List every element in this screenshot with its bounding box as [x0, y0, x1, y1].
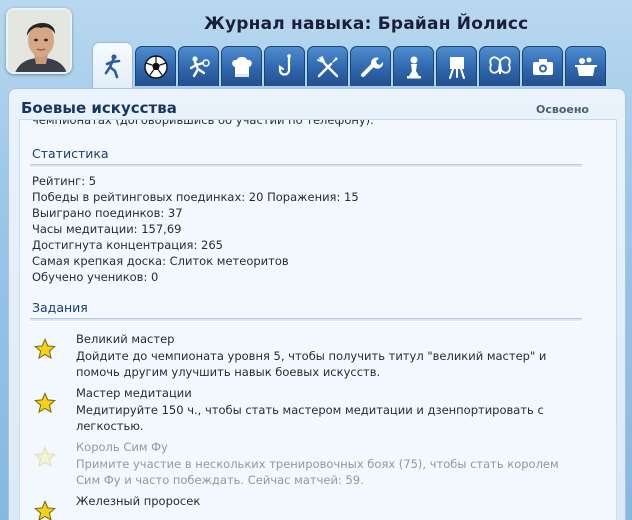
star-incomplete-icon [34, 446, 56, 468]
cooking-pot-icon [574, 57, 597, 76]
chef-hat-icon [231, 56, 252, 77]
butterfly-icon [488, 55, 511, 74]
tab-fishing[interactable] [264, 46, 305, 86]
stat-meditation-hours: Часы медитации: 157,69 [32, 222, 182, 236]
tab-athletic-soccer[interactable] [135, 46, 176, 86]
task-description: Дойдите до чемпионата уровня 5, чтобы по… [76, 349, 547, 379]
tab-collecting[interactable] [479, 46, 520, 86]
star-completed-icon [34, 338, 56, 360]
gardening-tools-icon [316, 55, 338, 77]
skill-status: Освоено [535, 103, 589, 116]
skill-journal-panel: Боевые искусства Освоено чемпионатах (до… [8, 88, 626, 520]
chess-pawn-icon [406, 56, 421, 78]
soccer-ball-icon [143, 54, 168, 79]
stat-fights-won: Выиграно поединков: 37 [32, 206, 183, 220]
tab-martial-arts[interactable] [92, 42, 133, 88]
tasks-heading: Задания [32, 300, 88, 315]
tasks-divider [30, 318, 582, 322]
skill-details-scroll[interactable]: чемпионатах (договорившись об участии по… [19, 119, 617, 520]
tab-alchemy[interactable] [565, 46, 606, 86]
stat-students-trained: Обучено учеников: 0 [32, 270, 159, 284]
avatar[interactable] [6, 8, 72, 74]
wrench-icon [360, 57, 383, 77]
tab-cooking[interactable] [221, 46, 262, 86]
tab-photography[interactable] [522, 46, 563, 86]
scrolled-text-fragment: чемпионатах (договорившись об участии по… [32, 119, 374, 127]
task-name: Король Сим Фу [76, 440, 168, 454]
task-name: Железный проросек [76, 494, 201, 508]
statistics-heading: Статистика [32, 146, 109, 161]
stat-strongest-board: Самая крепкая доска: Слиток метеоритов [32, 254, 289, 268]
tab-handiness[interactable] [350, 46, 391, 86]
stat-focus-reached: Достигнута концентрация: 265 [32, 238, 223, 252]
skill-name: Боевые искусства [21, 99, 177, 117]
star-completed-icon [34, 500, 56, 520]
task-description: Медитируйте 150 ч., чтобы стать мастером… [76, 403, 544, 433]
fishing-hook-icon [278, 53, 291, 76]
panel-header: Боевые искусства Освоено [21, 99, 611, 121]
sim-portrait [8, 10, 70, 72]
tab-athletic[interactable] [178, 46, 219, 86]
tab-logic[interactable] [393, 46, 434, 86]
task-name: Великий мастер [76, 332, 175, 346]
martial-arts-icon [104, 53, 120, 78]
page-title: Журнал навыка: Брайан Йолисс [204, 14, 529, 34]
easel-icon [448, 56, 465, 79]
statistics-divider [30, 164, 582, 168]
tab-gardening[interactable] [307, 46, 348, 86]
star-completed-icon [34, 392, 56, 414]
athletic-icon [189, 55, 210, 77]
stat-rating: Рейтинг: 5 [32, 174, 97, 188]
task-name: Мастер медитации [76, 386, 192, 400]
task-description: Примите участие в нескольких тренировочн… [76, 457, 559, 487]
camera-icon [532, 58, 553, 75]
stat-ranked-wins-losses: Победы в рейтинговых поединках: 20 Пораж… [32, 190, 359, 204]
tab-painting[interactable] [436, 46, 477, 86]
